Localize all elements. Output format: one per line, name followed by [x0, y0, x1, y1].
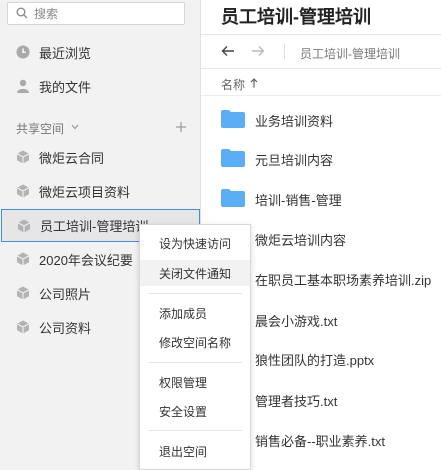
file-name: 微炬云培训内容 [255, 233, 347, 248]
menu-item-label: 设为快速访问 [159, 237, 232, 251]
file-name: 销售必备--职业素养.txt [255, 434, 385, 449]
search-icon [16, 7, 28, 19]
menu-item-label: 退出空间 [159, 445, 208, 459]
cube-icon [16, 184, 30, 198]
cube-icon [16, 286, 30, 300]
nav-recent[interactable]: 最近浏览 [0, 36, 201, 68]
column-header-name[interactable]: 名称 [201, 70, 441, 96]
file-name: 在职员工基本职场素养培训.zip [255, 273, 432, 288]
menu-permissions[interactable]: 权限管理 [140, 369, 250, 395]
cube-icon [16, 320, 30, 334]
file-row[interactable]: 元旦培训内容 [201, 140, 441, 176]
cube-icon [16, 150, 30, 164]
file-name: 管理者技巧.txt [255, 394, 338, 409]
nav-my-files-label: 我的文件 [39, 79, 92, 95]
add-space-icon[interactable] [175, 121, 187, 133]
shared-spaces-label: 共享空间 [16, 122, 65, 136]
cube-icon [16, 252, 30, 266]
menu-set-quick-access[interactable]: 设为快速访问 [140, 230, 250, 256]
clock-icon [16, 45, 30, 59]
menu-add-member[interactable]: 添加成员 [140, 300, 250, 326]
folder-icon [221, 189, 245, 207]
file-name: 业务培训资料 [255, 114, 334, 129]
file-name: 元旦培训内容 [255, 153, 334, 168]
cube-icon [17, 219, 31, 232]
menu-item-label: 权限管理 [159, 376, 208, 390]
file-name: 培训-销售-管理 [255, 193, 342, 208]
space-label: 2020年会议纪要 [39, 252, 133, 268]
forward-arrow-icon[interactable] [251, 45, 265, 57]
search-box[interactable] [7, 2, 185, 25]
space-label: 员工培训-管理培训 [40, 219, 149, 234]
space-label: 微炬云项目资料 [39, 184, 131, 200]
folder-icon [221, 149, 245, 167]
folder-icon [221, 110, 245, 128]
menu-divider [148, 362, 242, 363]
file-name: 狼性团队的打造.pptx [255, 353, 375, 368]
nav-my-files[interactable]: 我的文件 [0, 70, 201, 102]
shared-spaces-header[interactable]: 共享空间 [0, 117, 201, 139]
space-label: 公司照片 [39, 286, 92, 302]
chevron-down-icon[interactable] [71, 124, 79, 130]
space-label: 微炬云合同 [39, 150, 105, 166]
sort-up-icon [250, 78, 258, 88]
nav-toolbar: 员工培训-管理培训 [201, 34, 441, 69]
toolbar-divider [284, 44, 285, 59]
context-menu: 设为快速访问 关闭文件通知 添加成员 修改空间名称 权限管理 安全设置 退出空间 [139, 224, 251, 470]
user-icon [17, 79, 29, 93]
breadcrumb[interactable]: 员工培训-管理培训 [300, 45, 400, 62]
menu-leave-space[interactable]: 退出空间 [140, 438, 250, 464]
menu-item-label: 关闭文件通知 [159, 267, 232, 281]
menu-divider [148, 430, 242, 431]
nav-recent-label: 最近浏览 [39, 45, 92, 61]
menu-item-label: 修改空间名称 [159, 336, 232, 350]
search-input[interactable] [34, 5, 174, 22]
menu-item-label: 添加成员 [159, 307, 208, 321]
file-row[interactable]: 培训-销售-管理 [201, 180, 441, 216]
file-name: 晨会小游戏.txt [255, 314, 338, 329]
menu-rename-space[interactable]: 修改空间名称 [140, 329, 250, 355]
space-item[interactable]: 微炬云项目资料 [0, 175, 201, 207]
space-label: 公司资料 [39, 320, 92, 336]
back-arrow-icon[interactable] [221, 45, 235, 57]
column-name-label: 名称 [221, 78, 246, 92]
page-title: 员工培训-管理培训 [221, 7, 371, 27]
file-row[interactable]: 业务培训资料 [201, 101, 441, 137]
menu-item-label: 安全设置 [159, 405, 208, 419]
menu-close-notifications[interactable]: 关闭文件通知 [140, 260, 250, 286]
space-item[interactable]: 微炬云合同 [0, 141, 201, 173]
menu-security-settings[interactable]: 安全设置 [140, 398, 250, 424]
menu-divider [148, 293, 242, 294]
